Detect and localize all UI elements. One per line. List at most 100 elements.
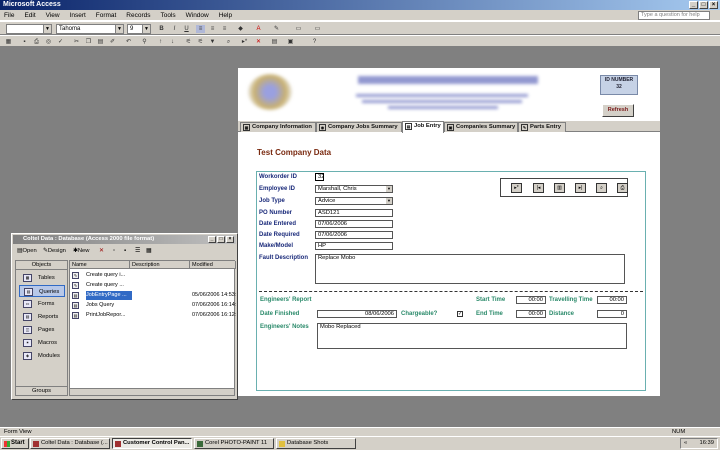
engineers-notes-field[interactable]: Mobo Replaced bbox=[317, 323, 627, 349]
new-record-icon[interactable]: ▸* bbox=[511, 183, 522, 193]
filter-form-icon[interactable]: ⚟ bbox=[196, 38, 205, 46]
column-modified-header[interactable]: Modified bbox=[190, 261, 236, 269]
cut-icon[interactable]: ✂ bbox=[72, 38, 81, 46]
fill-color-icon[interactable]: ◆ bbox=[236, 25, 245, 33]
new-record-icon[interactable]: ▸* bbox=[240, 38, 249, 46]
tab-parts-entry[interactable]: ✎ Parts Entry bbox=[518, 122, 566, 132]
font-size-combo[interactable]: 9 ▼ bbox=[127, 24, 151, 34]
help-search-input[interactable]: Type a question for help bbox=[638, 11, 710, 20]
menu-edit[interactable]: Edit bbox=[20, 10, 39, 21]
groups-header[interactable]: Groups bbox=[16, 386, 67, 395]
object-forms[interactable]: ▭ Forms bbox=[19, 298, 65, 310]
tab-job-entry[interactable]: ▤ Job Entry bbox=[402, 121, 444, 133]
task-customer-control-panel[interactable]: Customer Control Pan... bbox=[112, 438, 192, 449]
filter-selection-icon[interactable]: ⚟ bbox=[184, 38, 193, 46]
large-icons-icon[interactable]: ▫ bbox=[113, 246, 115, 256]
line-width-icon[interactable]: ▭ bbox=[294, 25, 303, 33]
format-painter-icon[interactable]: ✐ bbox=[108, 38, 117, 46]
special-effect-icon[interactable]: ▭ bbox=[313, 25, 322, 33]
menu-format[interactable]: Format bbox=[92, 10, 121, 21]
small-icons-icon[interactable]: ▪ bbox=[124, 246, 126, 256]
horizontal-scrollbar[interactable] bbox=[70, 388, 234, 395]
find-icon[interactable]: ⌕ bbox=[224, 38, 233, 46]
employee-id-select[interactable]: Marshall, Chris ▼ bbox=[315, 185, 393, 193]
task-database-shots[interactable]: Database Shots bbox=[276, 438, 356, 449]
bold-icon[interactable]: B bbox=[157, 25, 166, 33]
close-icon[interactable]: × bbox=[226, 236, 234, 243]
task-coltel-database[interactable]: Coltel Data : Database (... bbox=[30, 438, 110, 449]
font-name-combo[interactable]: Tahoma ▼ bbox=[56, 24, 124, 34]
list-view-icon[interactable]: ☰ bbox=[135, 246, 140, 256]
sort-ascending-icon[interactable]: ↑ bbox=[156, 38, 165, 46]
database-window-icon[interactable]: ▤ bbox=[270, 38, 279, 46]
design-button[interactable]: ✎ Design bbox=[43, 246, 66, 256]
menu-help[interactable]: Help bbox=[215, 10, 236, 21]
job-type-select[interactable]: Advice ▼ bbox=[315, 197, 393, 205]
align-left-icon[interactable]: ≡ bbox=[196, 25, 205, 33]
apply-filter-icon[interactable]: ▼ bbox=[208, 38, 217, 46]
save-icon[interactable]: ▪ bbox=[20, 38, 29, 46]
date-entered-field[interactable]: 07/06/2006 bbox=[315, 220, 393, 228]
tab-companies-summary[interactable]: ▣ Companies Summary bbox=[444, 122, 518, 132]
object-macros[interactable]: ✶ Macros bbox=[19, 337, 65, 349]
spelling-icon[interactable]: ✓ bbox=[56, 38, 65, 46]
fault-description-field[interactable]: Replace Mobo bbox=[315, 254, 625, 284]
column-name-header[interactable]: Name bbox=[70, 261, 130, 269]
paste-icon[interactable]: ▤ bbox=[96, 38, 105, 46]
hyperlink-icon[interactable]: ⚲ bbox=[140, 38, 149, 46]
close-icon[interactable]: × bbox=[709, 1, 718, 9]
new-object-icon[interactable]: ▣ bbox=[286, 38, 295, 46]
refresh-button[interactable]: Refresh bbox=[602, 104, 634, 117]
object-pages[interactable]: ◫ Pages bbox=[19, 324, 65, 336]
delete-record-icon[interactable]: ▥ bbox=[554, 183, 565, 193]
object-tables[interactable]: ▦ Tables bbox=[19, 272, 65, 284]
delete-record-icon[interactable]: ✕ bbox=[254, 38, 263, 46]
distance-field[interactable]: 0 bbox=[597, 310, 627, 318]
travelling-time-field[interactable]: 00:00 bbox=[597, 296, 627, 304]
last-record-icon[interactable]: ▸| bbox=[575, 183, 586, 193]
list-item[interactable]: ✎ Create query i... bbox=[70, 271, 234, 280]
copy-icon[interactable]: ❐ bbox=[84, 38, 93, 46]
column-description-header[interactable]: Description bbox=[130, 261, 190, 269]
object-reports[interactable]: ▤ Reports bbox=[19, 311, 65, 323]
object-modules[interactable]: ◈ Modules bbox=[19, 350, 65, 362]
start-time-field[interactable]: 00:00 bbox=[516, 296, 546, 304]
undo-icon[interactable]: ↶ bbox=[124, 38, 133, 46]
list-item[interactable]: ▤ Jobs Query 07/06/2006 16:14: bbox=[70, 301, 236, 310]
list-item[interactable]: ▤ PrintJobRepor... 07/06/2006 16:12: bbox=[70, 311, 236, 320]
object-queries[interactable]: ▤ Queries bbox=[19, 285, 65, 297]
print-record-icon[interactable]: ⎙ bbox=[617, 183, 628, 193]
po-number-field[interactable]: ASD121 bbox=[315, 209, 393, 217]
underline-icon[interactable]: U bbox=[182, 25, 191, 33]
office-assistant-icon[interactable]: ? bbox=[310, 38, 319, 46]
maximize-icon[interactable]: □ bbox=[699, 1, 708, 9]
minimize-icon[interactable]: _ bbox=[689, 1, 698, 9]
end-time-field[interactable]: 00:00 bbox=[516, 310, 546, 318]
new-button[interactable]: ✱ New bbox=[73, 246, 89, 256]
line-color-icon[interactable]: ✎ bbox=[272, 25, 281, 33]
minimize-icon[interactable]: _ bbox=[208, 236, 216, 243]
tab-company-information[interactable]: ▦ Company Information bbox=[240, 122, 316, 132]
date-required-field[interactable]: 07/06/2006 bbox=[315, 231, 393, 239]
open-button[interactable]: ▤ Open bbox=[17, 246, 37, 256]
object-combo[interactable]: ▼ bbox=[6, 24, 52, 34]
menu-tools[interactable]: Tools bbox=[156, 10, 179, 21]
view-icon[interactable]: ▦ bbox=[4, 38, 13, 46]
menu-records[interactable]: Records bbox=[122, 10, 154, 21]
tray-expand-icon[interactable]: « bbox=[684, 439, 687, 448]
date-finished-field[interactable]: 08/06/2006 bbox=[317, 310, 397, 318]
list-item[interactable]: ▤ JobEntryPage ... 05/06/2006 14:53: bbox=[70, 291, 236, 300]
details-view-icon[interactable]: ▦ bbox=[146, 246, 151, 256]
first-record-icon[interactable]: |◂ bbox=[533, 183, 544, 193]
align-center-icon[interactable]: ≡ bbox=[208, 25, 217, 33]
menu-file[interactable]: File bbox=[0, 10, 18, 21]
chargeable-checkbox[interactable]: ✓ bbox=[457, 311, 463, 317]
preview-icon[interactable]: ◎ bbox=[44, 38, 53, 46]
align-right-icon[interactable]: ≡ bbox=[220, 25, 229, 33]
menu-view[interactable]: View bbox=[42, 10, 64, 21]
font-color-icon[interactable]: A bbox=[254, 25, 263, 33]
list-item[interactable]: ✎ Create query ... bbox=[70, 281, 234, 290]
maximize-icon[interactable]: □ bbox=[217, 236, 225, 243]
italic-icon[interactable]: I bbox=[170, 25, 179, 33]
tab-company-jobs-summary[interactable]: ◉ Company Jobs Summary bbox=[316, 122, 402, 132]
